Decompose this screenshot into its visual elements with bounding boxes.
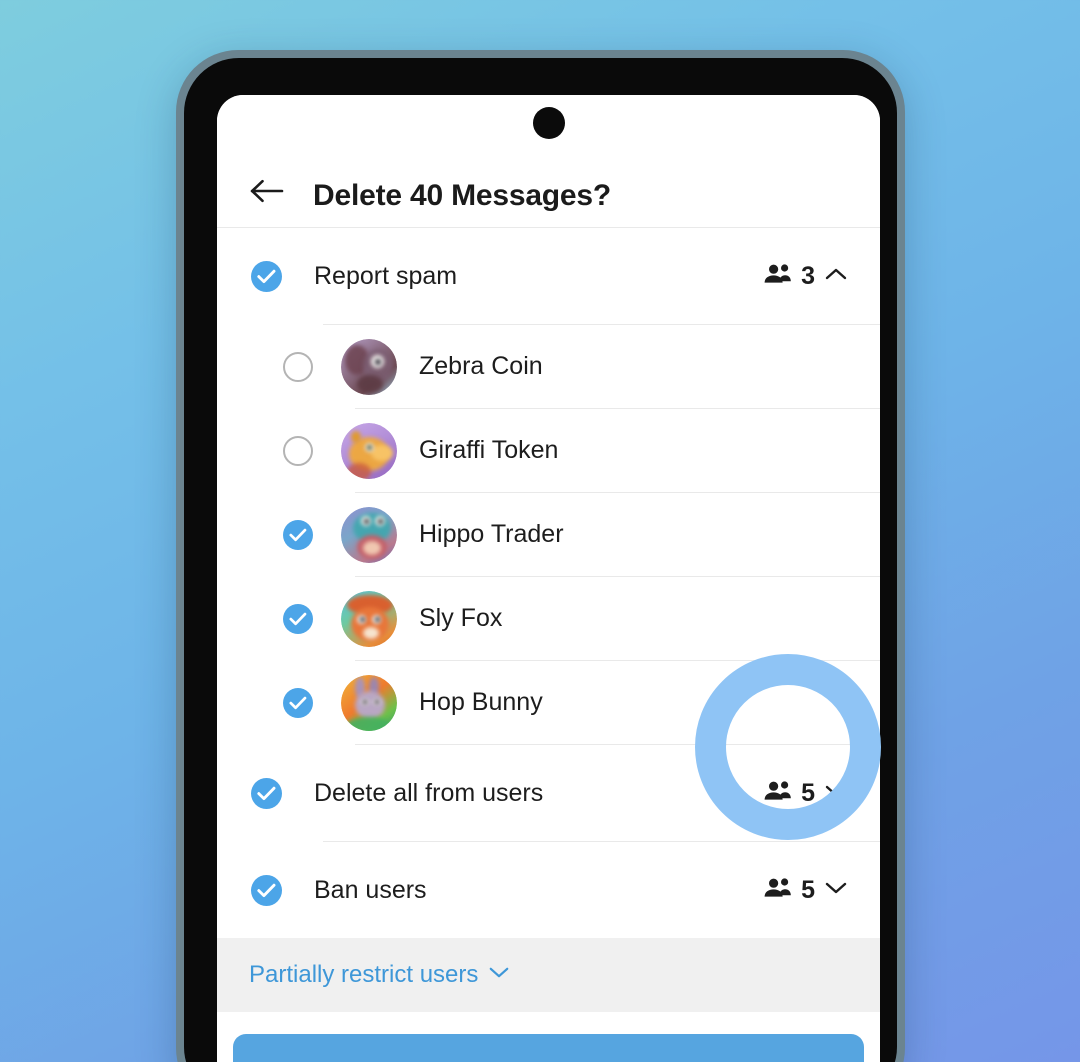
option-row-report-spam[interactable]: Report spam 3 bbox=[217, 228, 880, 324]
user-list: Zebra Coin Giraffi Token Hippo Trader Sl… bbox=[217, 325, 880, 745]
chevron-up-icon[interactable] bbox=[824, 266, 848, 287]
partially-restrict-users-label: Partially restrict users bbox=[249, 961, 479, 988]
option-row-delete-all-from-users[interactable]: Delete all from users 5 bbox=[217, 745, 880, 841]
phone-frame: Delete 40 Messages? Report spam 3 Zebra … bbox=[176, 50, 905, 1062]
back-button[interactable] bbox=[245, 169, 289, 213]
checkbox-sly-fox[interactable] bbox=[283, 603, 313, 634]
user-name: Hippo Trader bbox=[419, 520, 564, 548]
user-row-hop-bunny[interactable]: Hop Bunny bbox=[217, 661, 880, 744]
user-name: Giraffi Token bbox=[419, 436, 559, 464]
user-row-hippo-trader[interactable]: Hippo Trader bbox=[217, 493, 880, 576]
page-title: Delete 40 Messages? bbox=[313, 179, 612, 212]
hippo-avatar bbox=[341, 506, 397, 563]
option-label-report-spam: Report spam bbox=[314, 261, 458, 290]
user-row-zebra-coin[interactable]: Zebra Coin bbox=[217, 325, 880, 408]
checkbox-ban-users[interactable] bbox=[251, 874, 282, 906]
zebra-avatar bbox=[341, 338, 397, 395]
option-row-ban-users[interactable]: Ban users 5 bbox=[217, 842, 880, 938]
phone-screen: Delete 40 Messages? Report spam 3 Zebra … bbox=[217, 95, 880, 1062]
count-value-delete-all-from-users: 5 bbox=[801, 778, 815, 807]
partially-restrict-users-row[interactable]: Partially restrict users bbox=[217, 938, 880, 1012]
user-name: Sly Fox bbox=[419, 604, 503, 632]
front-camera-icon bbox=[532, 107, 565, 139]
proceed-area: Proceed bbox=[217, 1012, 880, 1062]
bunny-avatar bbox=[341, 674, 397, 731]
giraffe-avatar bbox=[341, 422, 397, 479]
arrow-left-icon bbox=[250, 178, 284, 204]
option-label-delete-all-from-users: Delete all from users bbox=[314, 778, 544, 807]
checkbox-hop-bunny[interactable] bbox=[283, 687, 313, 718]
option-label-ban-users: Ban users bbox=[314, 875, 427, 904]
checkbox-zebra-coin[interactable] bbox=[283, 351, 313, 382]
fox-avatar bbox=[341, 590, 397, 647]
user-row-giraffi-token[interactable]: Giraffi Token bbox=[217, 409, 880, 492]
checkbox-delete-all-from-users[interactable] bbox=[251, 777, 282, 809]
checkbox-giraffi-token[interactable] bbox=[283, 435, 313, 466]
checkbox-hippo-trader[interactable] bbox=[283, 519, 313, 550]
phone-bezel: Delete 40 Messages? Report spam 3 Zebra … bbox=[184, 58, 897, 1062]
people-icon bbox=[763, 780, 792, 807]
count-group-report-spam[interactable]: 3 bbox=[763, 262, 854, 291]
user-row-sly-fox[interactable]: Sly Fox bbox=[217, 577, 880, 660]
count-group-ban-users[interactable]: 5 bbox=[763, 876, 854, 905]
checkbox-report-spam[interactable] bbox=[251, 260, 282, 292]
proceed-button[interactable]: Proceed bbox=[233, 1034, 864, 1062]
chevron-down-icon[interactable] bbox=[488, 965, 510, 985]
people-icon bbox=[763, 877, 792, 904]
chevron-down-icon[interactable] bbox=[824, 783, 848, 804]
user-name: Hop Bunny bbox=[419, 688, 543, 716]
count-value-report-spam: 3 bbox=[801, 261, 815, 290]
people-icon bbox=[763, 263, 792, 290]
chevron-down-icon[interactable] bbox=[824, 880, 848, 901]
count-group-delete-all-from-users[interactable]: 5 bbox=[763, 779, 854, 808]
count-value-ban-users: 5 bbox=[801, 875, 815, 904]
user-name: Zebra Coin bbox=[419, 352, 543, 380]
